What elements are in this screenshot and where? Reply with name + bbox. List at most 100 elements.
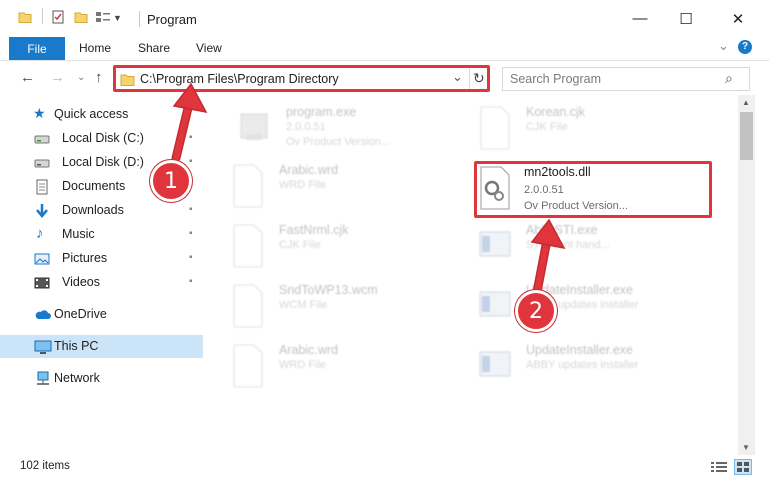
back-button[interactable]: ← [20, 69, 35, 86]
file-icon [231, 284, 265, 328]
file-item-sndtowp13-wcm[interactable]: SndToWP13.wcm WCM File [231, 282, 481, 340]
pin-icon: ▪ [189, 228, 193, 239]
tab-share[interactable]: Share [138, 41, 170, 55]
file-description: Ov Product Version... [524, 200, 628, 212]
file-item-fastnrml-cjk[interactable]: FastNrml.cjk CJK File [231, 222, 481, 280]
title-bar: ▼ Program — ☐ ✕ [0, 0, 769, 37]
customize-toolbar-icon[interactable]: ▼ [113, 13, 122, 23]
scrollbar-thumb[interactable] [740, 112, 753, 160]
pin-icon: ▪ [189, 204, 193, 215]
step-1-badge: 1 [150, 160, 192, 202]
sidebar-item-label: Local Disk (C:) [62, 131, 144, 145]
file-name: SndToWP13.wcm [279, 283, 378, 297]
folder-icon [18, 10, 32, 24]
network-icon [34, 371, 50, 387]
file-description: STI event hand... [526, 239, 610, 251]
help-icon[interactable]: ? [738, 40, 752, 54]
file-icon [231, 224, 265, 268]
search-input[interactable]: Search Program ⌕ [502, 67, 750, 91]
file-name: FastNrml.cjk [279, 223, 349, 237]
file-item-arabic-wrd-2[interactable]: Arabic.wrd WRD File [231, 342, 481, 400]
title-divider [139, 11, 140, 27]
file-type: CJK File [526, 121, 568, 133]
file-version: 2.0.0.51 [286, 121, 326, 133]
up-button[interactable]: ↑ [95, 69, 103, 86]
scroll-down-icon[interactable]: ▼ [742, 443, 750, 452]
tab-home[interactable]: Home [79, 41, 111, 55]
tiles-view-icon[interactable] [734, 459, 752, 475]
sidebar-item-label: Network [54, 371, 100, 385]
download-icon [34, 203, 50, 219]
scroll-up-icon[interactable]: ▲ [742, 98, 750, 107]
file-item-mn2tools-dll[interactable]: mn2tools.dll 2.0.0.51 Ov Product Version… [478, 164, 728, 222]
tab-view[interactable]: View [196, 41, 222, 55]
computer-icon [34, 339, 52, 355]
sidebar-item-quick-access[interactable]: ★ Quick access [0, 103, 203, 126]
file-name: Korean.cjk [526, 105, 586, 119]
sidebar-item-network[interactable]: Network [0, 367, 203, 390]
window-title: Program [147, 12, 197, 27]
sidebar-item-label: Documents [62, 179, 126, 193]
item-count: 102 items [20, 460, 70, 472]
exe-icon [478, 344, 512, 388]
file-item-program-exe[interactable]: program.exe 2.0.0.51 Ov Product Version.… [238, 104, 488, 162]
file-type: CJK File [279, 239, 321, 251]
sidebar-item-label: This PC [54, 339, 99, 353]
vertical-scrollbar[interactable]: ▲ ▼ [738, 95, 755, 455]
status-bar: 102 items [0, 455, 769, 497]
file-icon [231, 164, 265, 208]
file-type: WRD File [279, 179, 327, 191]
new-folder-icon[interactable] [74, 10, 88, 24]
file-item-arabic-wrd[interactable]: Arabic.wrd WRD File [231, 162, 481, 220]
recent-locations-icon[interactable]: ⌄ [77, 72, 85, 83]
cloud-icon [34, 307, 51, 323]
pin-icon: ▪ [189, 276, 193, 287]
file-type: WRD File [279, 359, 327, 371]
sidebar-item-onedrive[interactable]: OneDrive [0, 303, 203, 326]
sidebar-item-local-disk-c[interactable]: Local Disk (C:) ▪ [0, 127, 203, 150]
maximize-button[interactable]: ☐ [663, 0, 709, 37]
file-name: program.exe [286, 105, 357, 119]
ribbon-collapse-icon[interactable]: ⌄ [718, 38, 729, 54]
sidebar-item-downloads[interactable]: Downloads ▪ [0, 199, 203, 222]
file-icon [478, 106, 512, 150]
address-row: ← → ⌄ ↑ C:\Program Files\Program Directo… [0, 61, 769, 95]
sidebar-item-videos[interactable]: Videos ▪ [0, 271, 203, 294]
ribbon-tabs: File Home Share View ⌄ ? [0, 37, 769, 61]
file-description: ABBY updates installer [526, 359, 639, 371]
sidebar-item-this-pc[interactable]: This PC [0, 335, 203, 358]
search-icon[interactable]: ⌕ [725, 70, 733, 87]
properties-icon[interactable] [51, 10, 65, 24]
videos-icon [34, 275, 50, 291]
sidebar-item-label: Downloads [62, 203, 124, 217]
sidebar-item-pictures[interactable]: Pictures ▪ [0, 247, 203, 270]
pin-icon: ▪ [189, 252, 193, 263]
view-options-icon[interactable] [95, 10, 111, 24]
sidebar-item-label: Local Disk (D:) [62, 155, 144, 169]
close-button[interactable]: ✕ [715, 0, 761, 37]
file-item-updateinstaller-exe-2[interactable]: UpdateInstaller.exe ABBY updates install… [478, 342, 728, 400]
file-name: UpdateInstaller.exe [526, 343, 634, 357]
navigation-pane: ★ Quick access Local Disk (C:) ▪ Local D… [0, 95, 203, 455]
file-item-korean-cjk[interactable]: Korean.cjk CJK File [478, 104, 728, 162]
file-item-abbysti-exe[interactable]: AbbySTI.exe STI event hand... [478, 222, 728, 280]
file-version: 2.0.0.51 [524, 184, 564, 196]
forward-button[interactable]: → [50, 69, 65, 86]
sidebar-item-music[interactable]: ♪ Music ▪ [0, 223, 203, 246]
details-view-icon[interactable] [711, 461, 727, 476]
sidebar-item-label: Pictures [62, 251, 108, 265]
file-list: program.exe 2.0.0.51 Ov Product Version.… [203, 95, 738, 455]
file-icon [231, 344, 265, 388]
tab-file[interactable]: File [9, 37, 65, 60]
address-highlight-box [113, 65, 490, 92]
file-name: AbbySTI.exe [526, 223, 598, 237]
exe-icon [238, 106, 272, 150]
drive-icon [34, 155, 50, 171]
sidebar-item-label: OneDrive [54, 307, 107, 321]
pictures-icon [34, 251, 50, 267]
pin-icon: ▪ [189, 132, 193, 143]
sidebar-item-label: Videos [62, 275, 100, 289]
file-description: Ov Product Version... [286, 136, 390, 148]
minimize-button[interactable]: — [617, 0, 663, 37]
drive-icon [34, 131, 50, 147]
